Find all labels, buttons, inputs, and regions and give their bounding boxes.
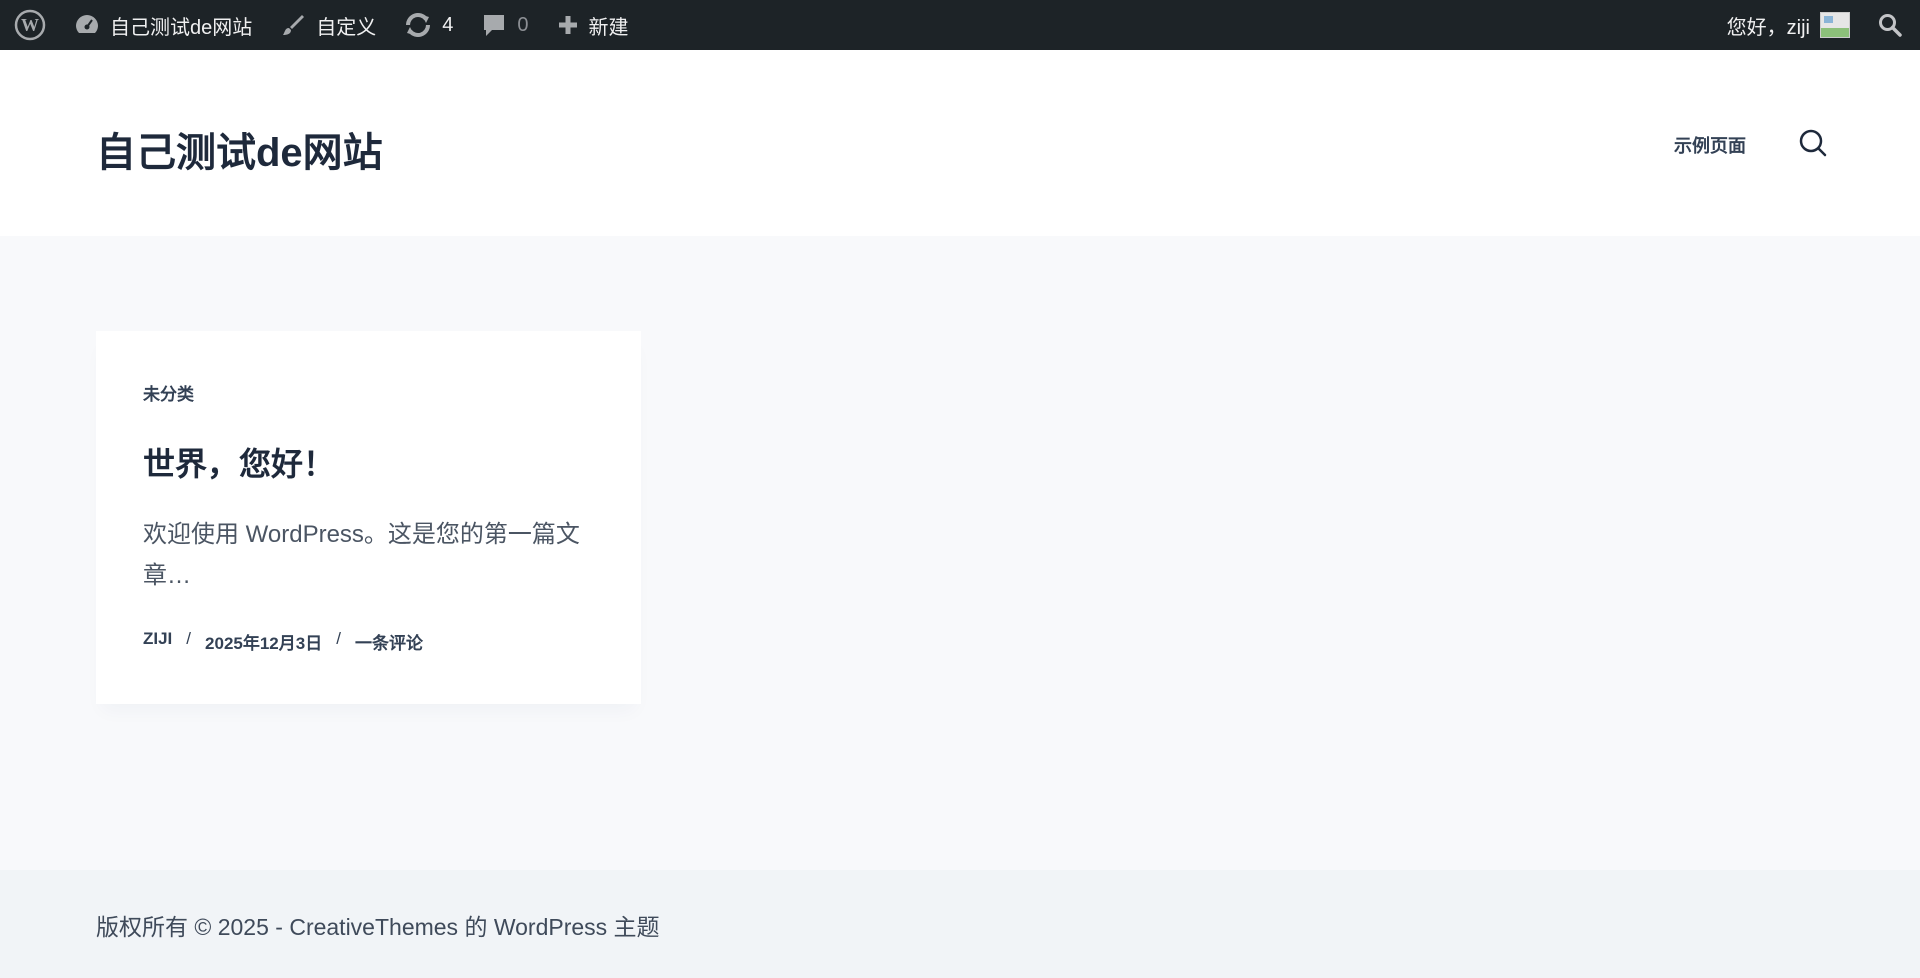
post-card: 未分类 世界，您好！ 欢迎使用 WordPress。这是您的第一篇文章… ZIJ… (96, 331, 641, 704)
comments-button[interactable]: 0 (467, 0, 542, 50)
site-name-menu[interactable]: 自己测试de网站 (60, 0, 266, 50)
post-comments-link[interactable]: 一条评论 (355, 629, 423, 654)
customize-button[interactable]: 自定义 (266, 0, 390, 50)
post-title[interactable]: 世界，您好！ (143, 439, 335, 485)
my-account-menu[interactable]: 您好，ziji (1713, 0, 1864, 50)
new-content-label: 新建 (588, 16, 629, 39)
new-content-button[interactable]: 新建 (543, 0, 643, 50)
dashboard-icon (76, 15, 98, 33)
greeting-label: 您好，ziji (1726, 16, 1810, 39)
site-title[interactable]: 自己测试de网站 (96, 120, 383, 178)
updates-button[interactable]: 4 (390, 0, 467, 50)
post-date[interactable]: 2025年12月3日 (205, 629, 322, 654)
comments-count: 0 (517, 13, 529, 36)
admin-search-button[interactable] (1864, 0, 1920, 50)
site-footer: 版权所有 © 2025 - CreativeThemes 的 WordPress… (0, 870, 1920, 978)
comment-icon (484, 15, 505, 36)
meta-separator: / (336, 629, 341, 648)
meta-separator: / (186, 629, 192, 648)
post-author[interactable]: ZIJI (143, 629, 172, 654)
nav-item-sample-page[interactable]: 示例页面 (1674, 132, 1746, 158)
updates-count: 4 (442, 13, 454, 36)
site-name-label: 自己测试de网站 (110, 16, 253, 39)
svg-text:W: W (21, 15, 39, 35)
post-meta: ZIJI / 2025年12月3日 / 一条评论 (143, 629, 423, 654)
customize-label: 自定义 (316, 16, 377, 39)
header-search-icon[interactable] (1798, 128, 1828, 158)
footer-copyright: 版权所有 © 2025 - CreativeThemes 的 WordPress… (96, 914, 660, 940)
site-header: 自己测试de网站 示例页面 (0, 50, 1920, 236)
avatar (1820, 12, 1850, 38)
wordpress-logo-button[interactable]: W (0, 0, 60, 50)
search-icon (1879, 14, 1902, 37)
post-category[interactable]: 未分类 (143, 380, 194, 405)
post-excerpt: 欢迎使用 WordPress。这是您的第一篇文章… (143, 521, 580, 589)
wordpress-logo-icon: W (14, 9, 46, 41)
admin-bar: W 自己测试de网站 自定义 4 0 新建 您好，ziji (0, 0, 1920, 50)
plus-icon (558, 16, 577, 34)
updates-icon (406, 13, 431, 37)
brush-icon (283, 15, 305, 35)
